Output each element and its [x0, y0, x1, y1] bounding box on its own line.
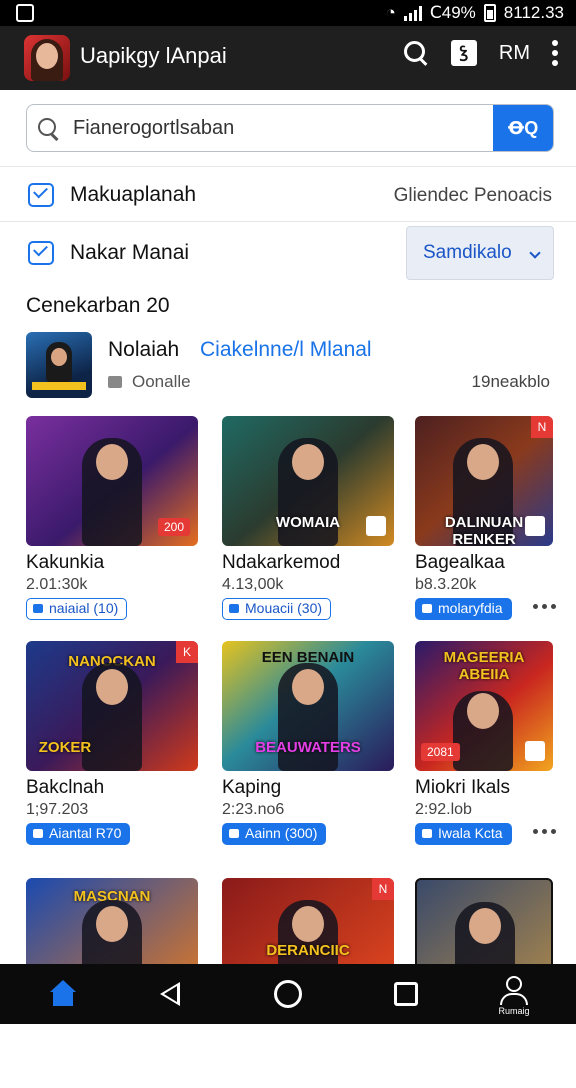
filter-row-2[interactable]: Nakar Manai Samdikalo	[0, 224, 576, 282]
lock-icon	[525, 516, 545, 536]
battery-label: Ⅽ49%	[429, 3, 476, 22]
game-count: 2:23.no6	[222, 801, 285, 818]
game-tag[interactable]: Iwala Kcta	[415, 823, 512, 845]
game-name: Kaping	[222, 777, 282, 798]
game-tag[interactable]: Aiantal R70	[26, 823, 131, 845]
section-title: Cenekarban 20	[26, 294, 170, 317]
home-button-icon[interactable]	[274, 980, 302, 1008]
bottom-nav: Rumaig	[0, 964, 576, 1024]
game-thumbnail[interactable]: 200	[26, 416, 198, 546]
search-button[interactable]: ꝊQ	[493, 105, 553, 151]
game-thumbnail[interactable]: WOMAIA	[222, 416, 394, 546]
game-tag[interactable]: Aainn (300)	[222, 823, 327, 845]
game-title-banner: DERANCIIC	[266, 942, 350, 959]
dropdown-value: Samdikalo	[423, 242, 512, 263]
notification-icon	[16, 4, 34, 22]
featured-title: Nolaiah	[108, 338, 180, 361]
game-thumbnail[interactable]: MAGEERIA ABEIIA 2081	[415, 641, 553, 771]
featured-link[interactable]: Ciakelnne/l Mlanal	[200, 338, 372, 362]
game-count: 2:92.lob	[415, 801, 472, 818]
search-bar: ꝊQ	[26, 104, 554, 152]
game-count: 1;97.203	[26, 801, 89, 818]
filter-label: Makuaplanah	[70, 183, 197, 206]
game-name: Miokri Ikals	[415, 777, 511, 798]
search-icon[interactable]	[403, 40, 429, 66]
game-banner: WOMAIA	[275, 514, 341, 531]
game-name: Kakunkia	[26, 552, 105, 573]
corner-badge: N	[531, 416, 553, 438]
chevron-down-icon	[529, 247, 541, 259]
game-tag[interactable]: naiaial (10)	[26, 598, 128, 620]
game-tag[interactable]: molaryfdia	[415, 598, 512, 620]
lock-icon	[366, 516, 386, 536]
price-badge: 200	[157, 518, 190, 536]
game-count: b8.3.20k	[415, 576, 477, 593]
featured-meta: 19neakblo	[471, 372, 550, 391]
more-options-icon[interactable]	[533, 604, 557, 612]
game-thumbnail[interactable]: NANOCKAN ZOKER K	[26, 641, 198, 771]
featured-subtitle: Oonalle	[108, 372, 191, 392]
game-thumbnail[interactable]: DALINUAN RENKER N	[415, 416, 553, 546]
game-name: Bakclnah	[26, 777, 105, 798]
more-options-icon[interactable]	[533, 829, 557, 837]
status-bar: ◔ Ⅽ49% 8112.33	[0, 0, 576, 26]
wifi-icon: ◔	[385, 3, 396, 22]
search-input[interactable]	[73, 113, 473, 143]
game-card[interactable]: MAGEERIA ABEIIA 2081 Miokri Ikals 2:92.lo…	[415, 641, 557, 851]
checkbox-icon[interactable]	[28, 181, 54, 207]
game-thumbnail[interactable]: EEN BENAIN BEAUWATERS	[222, 641, 394, 771]
battery-icon	[483, 4, 496, 22]
more-icon[interactable]	[552, 40, 558, 66]
app-bar: Uapikgy lAnpai ꝣ RM	[0, 26, 576, 90]
featured-thumbnail[interactable]	[26, 332, 92, 398]
filter-row-1[interactable]: Makuaplanah Gliendec Penoacis	[0, 166, 576, 222]
game-count: 2.01:30k	[26, 576, 88, 593]
game-name: Ndakarkemod	[222, 552, 341, 573]
game-banner: BEAUWATERS	[255, 739, 361, 756]
game-title-banner: MAGEERIA ABEIIA	[443, 649, 525, 683]
game-tag[interactable]: Mouacii (30)	[222, 598, 332, 620]
lock-icon	[525, 741, 545, 761]
game-card[interactable]: 200 Kakunkia 2.01:30k naiaial (10)	[26, 416, 198, 626]
rm-button[interactable]: RM	[499, 42, 530, 65]
game-card[interactable]: DALINUAN RENKER N Bagealkaa b8.3.20k mola…	[415, 416, 557, 626]
home-icon[interactable]	[48, 980, 78, 1008]
game-count: 4.13,00k	[222, 576, 284, 593]
clock: 8112.33	[503, 3, 564, 22]
avatar[interactable]	[24, 35, 70, 81]
app-title: Uapikgy lAnpai	[80, 43, 227, 68]
price-badge: 2081	[421, 743, 460, 761]
filter-value: Gliendec Penoacis	[393, 185, 552, 206]
signal-icon	[403, 5, 422, 21]
game-card[interactable]: WOMAIA Ndakarkemod 4.13,00k Mouacii (30)	[222, 416, 394, 626]
checkbox-icon[interactable]	[28, 239, 54, 265]
game-card[interactable]: NANOCKAN ZOKER K Bakclnah 1;97.203 Aiantal…	[26, 641, 198, 851]
back-icon[interactable]	[160, 982, 180, 1006]
profile-label: Rumaig	[498, 1006, 530, 1016]
magnifier-icon	[37, 117, 61, 141]
profile-icon[interactable]: Rumaig	[494, 974, 534, 1018]
game-name: Bagealkaa	[415, 552, 505, 573]
game-card[interactable]: EEN BENAIN BEAUWATERS Kaping 2:23.no6 Aai…	[222, 641, 394, 851]
corner-badge: N	[372, 878, 394, 900]
game-banner: ZOKER	[38, 739, 92, 756]
corner-badge: K	[176, 641, 198, 663]
recents-icon[interactable]	[394, 982, 418, 1006]
gamepad-icon	[108, 376, 122, 388]
sort-dropdown[interactable]: Samdikalo	[406, 226, 554, 280]
featured-item[interactable]: Nolaiah Ciakelnne/l Mlanal Oonalle 19nea…	[26, 332, 554, 398]
filter-label: Nakar Manai	[70, 241, 190, 264]
translate-icon[interactable]: ꝣ	[450, 40, 477, 66]
